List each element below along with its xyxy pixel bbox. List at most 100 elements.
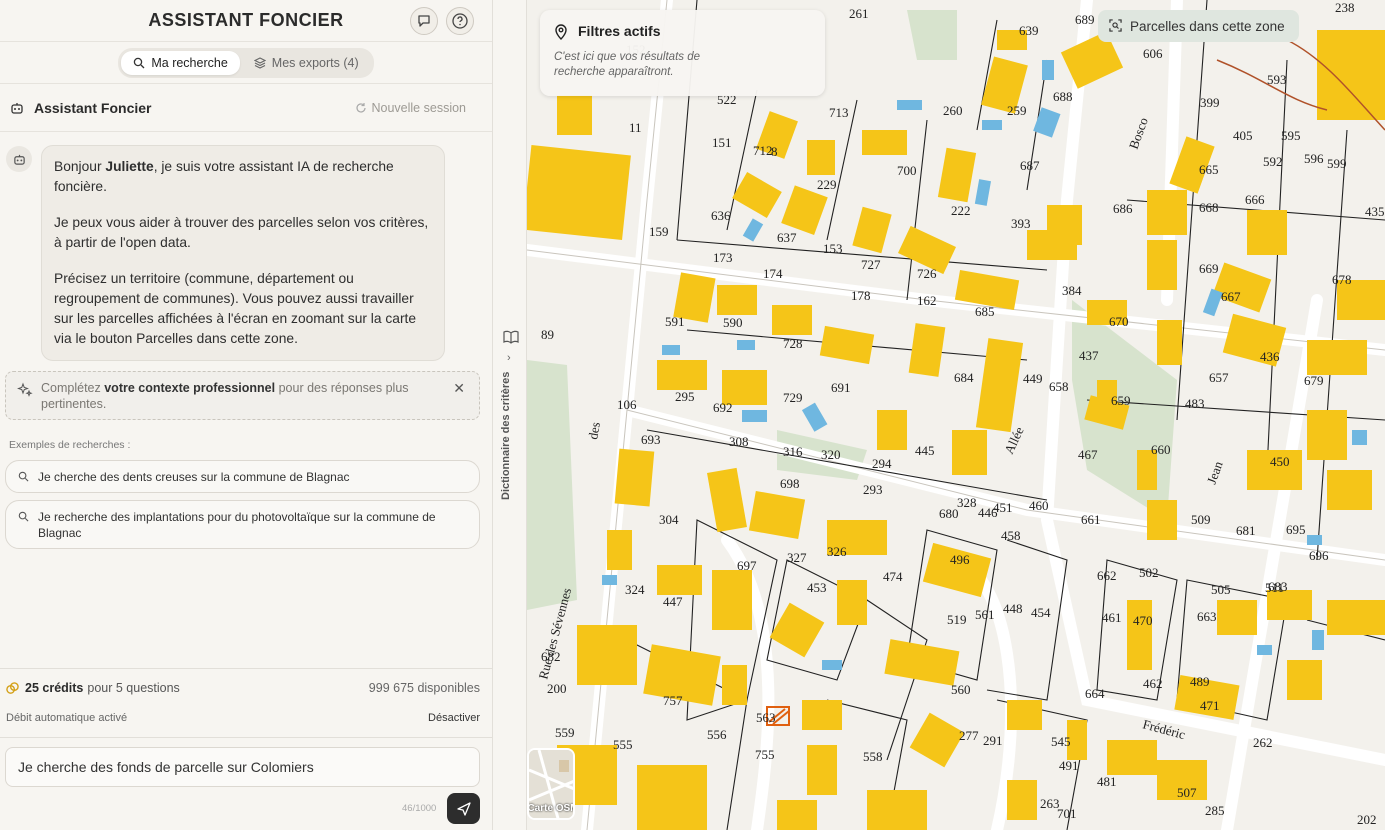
robot-icon: [11, 102, 23, 114]
tab-label: Mes exports (4): [271, 55, 359, 70]
parcel-number: 162: [917, 293, 937, 308]
cadastral-map[interactable]: 261 639 689 238 606 593 399 405 595 599 592 596 435 1…: [527, 0, 1385, 830]
parcel-number: 316: [783, 444, 803, 459]
parcel-number: 89: [541, 327, 554, 342]
parcel-number: 447: [663, 594, 683, 609]
parcel-number: 462: [1143, 676, 1163, 691]
criteria-dictionary-label: Dictionnaire des critères: [500, 371, 512, 500]
parcel-number: 684: [954, 370, 974, 385]
parcel-number: 680: [939, 506, 959, 521]
assistant-panel: ASSISTANT FONCIER Ma recherche Mes expor…: [0, 0, 493, 830]
parcel-number: 558: [863, 749, 883, 764]
parcel-number: 556: [707, 727, 727, 742]
parcel-number: 11: [629, 120, 642, 135]
parcel-number: 593: [1267, 72, 1287, 87]
parcel-number: 657: [1209, 370, 1229, 385]
street-label: des: [585, 421, 603, 441]
zone-button-label: Parcelles dans cette zone: [1130, 18, 1285, 34]
parcel-number: 681: [1236, 523, 1256, 538]
parcel-number: 606: [1143, 46, 1163, 61]
help-icon[interactable]: [446, 7, 474, 35]
parcel-number: 700: [897, 163, 917, 178]
sparkle-icon: [17, 382, 33, 397]
parcel-number: 293: [863, 482, 883, 497]
parcel-number: 713: [829, 105, 849, 120]
parcel-number: 437: [1079, 348, 1099, 363]
parcel-number: 467: [1078, 447, 1098, 462]
parcel-number: 663: [1197, 609, 1217, 624]
tab-ma-recherche[interactable]: Ma recherche: [121, 50, 240, 75]
parcel-number: 698: [780, 476, 800, 491]
parcel-number: 461: [1102, 610, 1122, 625]
parcel-number: 448: [1003, 601, 1023, 616]
book-icon: [503, 330, 519, 344]
parcel-number: 726: [917, 266, 937, 281]
parcel-number: 661: [1081, 512, 1101, 527]
layers-icon: [253, 56, 266, 69]
char-counter: 46/1000: [402, 803, 437, 814]
search-icon: [134, 57, 145, 68]
example-search[interactable]: Je cherche des dents creuses sur la comm…: [5, 460, 480, 493]
tab-bar: Ma recherche Mes exports (4): [118, 47, 374, 78]
robot-icon: [13, 154, 25, 165]
new-session-button[interactable]: Nouvelle session: [355, 101, 466, 115]
map-view[interactable]: 261 639 689 238 606 593 399 405 595 599 592 596 435 1…: [527, 0, 1385, 830]
active-filters-panel: Filtres actifs C'est ici que vos résulta…: [540, 10, 825, 96]
parcel-number: 262: [1253, 735, 1273, 750]
filters-title: Filtres actifs: [578, 23, 661, 39]
parcel-number: 728: [783, 336, 803, 351]
filters-description: C'est ici que vos résultats de recherche…: [554, 51, 701, 78]
parcel-number: 384: [1062, 283, 1082, 298]
context-tip[interactable]: Complétez votre contexte professionnel p…: [5, 371, 480, 420]
example-search[interactable]: Je recherche des implantations pour du p…: [5, 500, 480, 549]
parcel-number: 693: [641, 432, 661, 447]
parcel-number: 450: [1270, 454, 1290, 469]
parcel-number: 695: [1286, 522, 1306, 537]
parcel-number: 106: [617, 397, 637, 412]
parcel-number: 519: [947, 612, 967, 627]
parcel-number: 460: [1029, 498, 1049, 513]
parcel-number: 560: [951, 682, 971, 697]
disable-debit-button[interactable]: Désactiver: [428, 712, 480, 724]
parcel-number: 712: [753, 143, 773, 158]
map-pin-icon: [555, 24, 567, 40]
credits-available: 999 675 disponibles: [368, 681, 480, 695]
close-icon[interactable]: ✕: [453, 380, 465, 396]
parcel-number: 436: [1260, 349, 1280, 364]
parcel-number: 151: [712, 135, 732, 150]
search-icon: [18, 471, 29, 482]
parcel-number: 505: [1211, 582, 1231, 597]
parcel-number: 662: [1097, 568, 1117, 583]
parcel-number: 637: [777, 230, 797, 245]
parcel-number: 326: [827, 544, 847, 559]
chat-input[interactable]: Je cherche des fonds de parcelle sur Col…: [5, 747, 480, 787]
credits-amount: 25 crédits: [25, 681, 84, 695]
chevron-right-icon[interactable]: ›: [507, 352, 511, 364]
parcel-number: 559: [555, 725, 575, 740]
parcel-number: 291: [983, 733, 1003, 748]
osm-label: Carte OSM: [527, 803, 575, 814]
parcel-number: 555: [613, 737, 633, 752]
parcel-number: 757: [663, 693, 683, 708]
tab-mes-exports[interactable]: Mes exports (4): [242, 51, 371, 75]
parcel-number: 691: [831, 380, 851, 395]
parcel-number: 399: [1200, 95, 1220, 110]
parcel-number: 8: [771, 144, 778, 159]
send-button[interactable]: [447, 793, 480, 824]
chat-icon[interactable]: [410, 7, 438, 35]
parcel-number: 639: [1019, 23, 1039, 38]
parcel-number: 458: [1001, 528, 1021, 543]
parcel-number: 502: [1139, 565, 1159, 580]
parcel-number: 696: [1309, 548, 1329, 563]
parcel-number: 328: [957, 495, 977, 510]
parcel-number: 238: [1335, 0, 1355, 15]
search-icon: [18, 511, 29, 522]
parcels-in-zone-button[interactable]: Parcelles dans cette zone: [1098, 10, 1299, 42]
parcel-number: 222: [951, 203, 971, 218]
context-link[interactable]: votre contexte professionnel: [104, 381, 275, 395]
criteria-dictionary-strip[interactable]: › Dictionnaire des critères: [494, 0, 527, 830]
scan-search-icon: [1109, 19, 1122, 32]
parcel-number: 491: [1059, 758, 1079, 773]
osm-layer-toggle[interactable]: Carte OSM: [527, 748, 575, 820]
parcel-number: 545: [1051, 734, 1071, 749]
